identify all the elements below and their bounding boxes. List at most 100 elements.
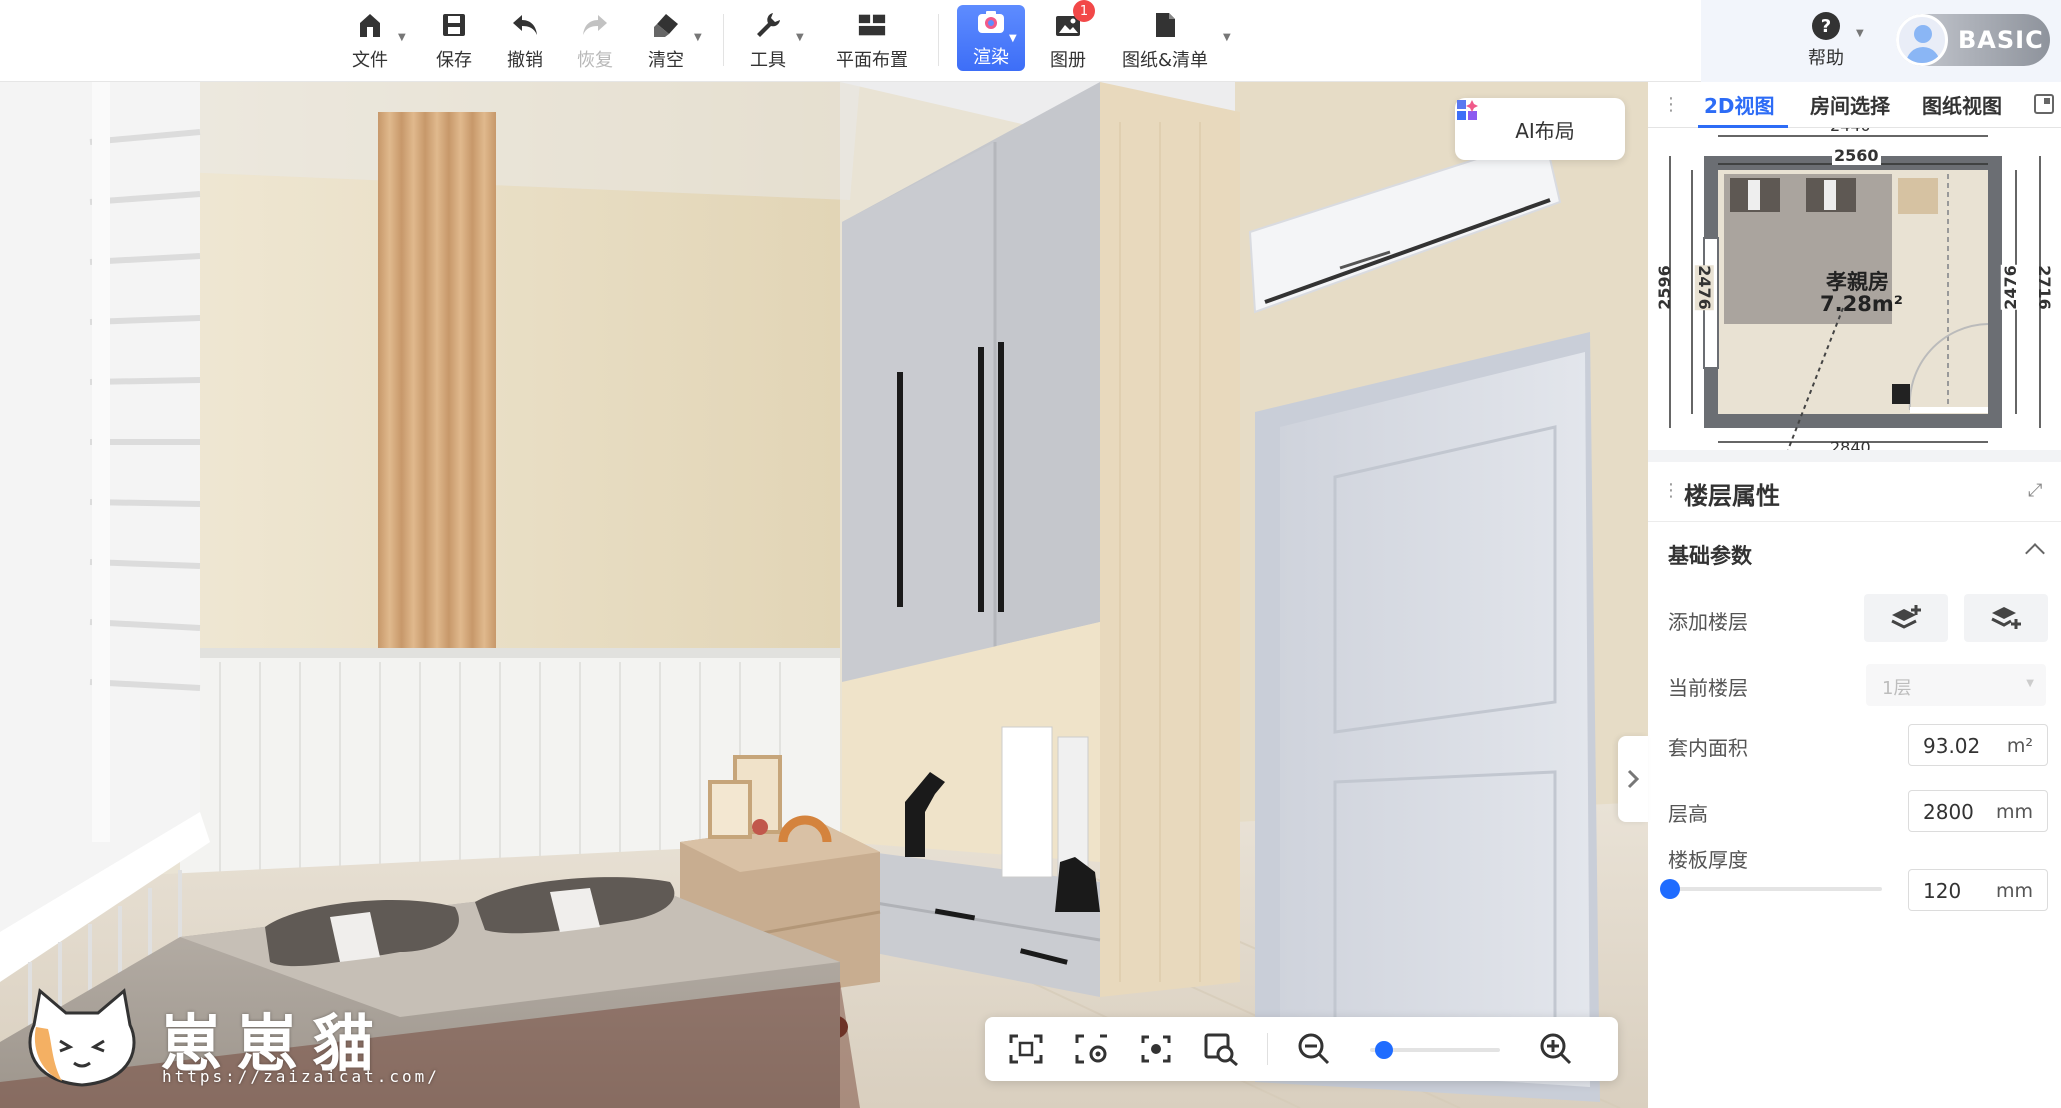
- floor-height-label: 层高: [1668, 802, 1708, 826]
- fit-view-icon: [1009, 1034, 1043, 1064]
- render-caret-icon: ▼: [1009, 33, 1017, 44]
- add-floor-label: 添加楼层: [1668, 610, 1748, 634]
- drawings-list-button[interactable]: 图纸&清单 ▼: [1115, 0, 1231, 82]
- document-icon: [1150, 10, 1180, 40]
- slab-thickness-slider-handle[interactable]: [1660, 879, 1680, 899]
- properties-header: ⋮ 楼层属性 ⤢: [1648, 462, 2061, 522]
- file-caret-icon: ▼: [398, 32, 406, 43]
- ai-layout-button[interactable]: AI布局: [1455, 98, 1625, 160]
- tab-2d-view[interactable]: 2D视图: [1704, 90, 1775, 119]
- redo-label: 恢复: [577, 50, 613, 71]
- home-file-icon: [355, 10, 385, 40]
- zoom-out-button[interactable]: [1295, 1031, 1333, 1067]
- save-button[interactable]: 保存: [426, 0, 482, 82]
- file-button[interactable]: 文件 ▼: [342, 0, 406, 82]
- inner-area-value: 93.02: [1923, 734, 1981, 758]
- undo-label: 撤销: [507, 50, 543, 71]
- floor-layout-button[interactable]: 平面布置: [830, 0, 914, 82]
- help-label: 帮助: [1808, 48, 1844, 69]
- window-toggle-icon[interactable]: [2034, 94, 2054, 114]
- panel-collapse-tab[interactable]: [1618, 736, 1648, 822]
- floor-height-unit: mm: [1995, 801, 2033, 823]
- cat-logo-icon: [28, 988, 136, 1087]
- question-icon: ?: [1812, 12, 1840, 40]
- dim-left-inner: 2476: [1694, 265, 1714, 310]
- current-floor-label: 当前楼层: [1668, 676, 1748, 700]
- tools-button[interactable]: 工具 ▼: [740, 0, 804, 82]
- floor-height-value: 2800: [1923, 800, 1974, 824]
- toolbar-divider: [723, 14, 724, 66]
- room-3d-scene: [0, 82, 1648, 1108]
- view-gear-icon: [1075, 1034, 1107, 1064]
- undo-button[interactable]: 撤销: [497, 0, 553, 82]
- zoom-in-button[interactable]: [1537, 1031, 1575, 1067]
- album-label: 图册: [1050, 50, 1086, 71]
- ai-layout-label: AI布局: [1515, 118, 1575, 143]
- dim-right-outer: 2716: [2034, 265, 2054, 310]
- tab-room-select[interactable]: 房间选择: [1810, 90, 1890, 119]
- wrench-icon: [753, 10, 783, 40]
- slab-thickness-input[interactable]: 120 mm: [1908, 869, 2048, 911]
- undo-icon: [510, 10, 540, 40]
- drawings-list-label: 图纸&清单: [1121, 50, 1209, 71]
- section-title: 基础参数: [1668, 544, 1752, 568]
- floor-properties-panel: ⋮ 楼层属性 ⤢ 基础参数 添加楼层 当前楼层 1层 ▼ 套内面积 93.02 …: [1648, 462, 2061, 1108]
- focus-button[interactable]: [1137, 1031, 1175, 1067]
- 3d-viewport[interactable]: AI布局 崽崽貓 https://zaizaicat.com/: [0, 82, 1648, 1108]
- inner-area-label: 套内面积: [1668, 736, 1748, 760]
- zoom-out-icon: [1298, 1033, 1330, 1065]
- inner-area-input[interactable]: 93.02 m²: [1908, 724, 2048, 766]
- select-caret-icon: ▼: [2026, 678, 2034, 689]
- floppy-save-icon: [439, 10, 469, 40]
- drag-handle-icon[interactable]: ⋮: [1662, 480, 1680, 501]
- floor-layout-icon: [857, 10, 887, 40]
- chevron-up-icon[interactable]: [2025, 543, 2045, 563]
- add-floor-above-button[interactable]: [1864, 594, 1948, 642]
- dim-bottom: 2840: [1830, 438, 1871, 450]
- view-control-bar: [985, 1017, 1618, 1081]
- top-toolbar: 文件 ▼ 保存 撤销 恢复 清空 ▼ 工具 ▼ 平面布置 渲染 ▼ 1 图册 图…: [0, 0, 2061, 82]
- dim-left-outer: 2596: [1654, 265, 1674, 310]
- tools-caret-icon: ▼: [796, 32, 804, 43]
- view-settings-button[interactable]: [1073, 1031, 1111, 1067]
- slab-thickness-value: 120: [1923, 879, 1962, 903]
- zoom-region-button[interactable]: [1203, 1031, 1241, 1067]
- clear-caret-icon: ▼: [694, 32, 702, 43]
- floor-height-input[interactable]: 2800 mm: [1908, 790, 2048, 832]
- panel-title: 楼层属性: [1684, 482, 1780, 510]
- eraser-icon: [651, 10, 681, 40]
- album-image-icon: 1: [1053, 0, 1095, 40]
- chevron-right-icon: [1627, 769, 1640, 789]
- slab-thickness-label: 楼板厚度: [1668, 848, 1748, 872]
- layers-add-icon: [1891, 605, 1921, 629]
- help-caret-icon: ▼: [1856, 28, 1864, 39]
- tab-drawing-view[interactable]: 图纸视图: [1922, 90, 2002, 119]
- floorplan-minimap[interactable]: 2440 2560 2596 2476 2476 2716 2840 孝親房 7…: [1648, 128, 2061, 450]
- view-tabs: ⋮ 2D视图 房间选择 图纸视图: [1648, 82, 2061, 128]
- plan-badge[interactable]: BASIC: [1896, 14, 2050, 66]
- right-panel: ⋮ 2D视图 房间选择 图纸视图 2560 2596 2476 2476 271…: [1648, 82, 2061, 1108]
- render-button[interactable]: 渲染 ▼: [957, 5, 1025, 71]
- zoom-in-icon: [1540, 1033, 1572, 1065]
- slab-thickness-unit: mm: [1995, 880, 2033, 902]
- room-area: 7.28m²: [1820, 292, 1903, 316]
- bar-divider: [1267, 1033, 1268, 1065]
- album-count-badge: 1: [1073, 0, 1095, 22]
- slab-thickness-slider-track[interactable]: [1670, 887, 1882, 891]
- redo-icon: [580, 10, 610, 40]
- fit-view-button[interactable]: [1007, 1031, 1045, 1067]
- toolbar-divider: [938, 14, 939, 66]
- camera-render-icon: [976, 7, 1006, 37]
- current-floor-select[interactable]: 1层 ▼: [1866, 664, 2046, 706]
- zoom-slider-handle[interactable]: [1375, 1041, 1393, 1059]
- plan-label: BASIC: [1958, 26, 2044, 54]
- render-label: 渲染: [973, 47, 1009, 68]
- clear-button[interactable]: 清空 ▼: [638, 0, 702, 82]
- expand-icon[interactable]: ⤢: [2028, 480, 2042, 501]
- add-floor-below-button[interactable]: [1964, 594, 2048, 642]
- redo-button[interactable]: 恢复: [567, 0, 623, 82]
- drag-handle-icon[interactable]: ⋮: [1662, 94, 1680, 115]
- help-button[interactable]: ? 帮助: [1808, 0, 1844, 82]
- inner-area-unit: m²: [2006, 735, 2033, 757]
- album-button[interactable]: 1 图册: [1040, 0, 1096, 82]
